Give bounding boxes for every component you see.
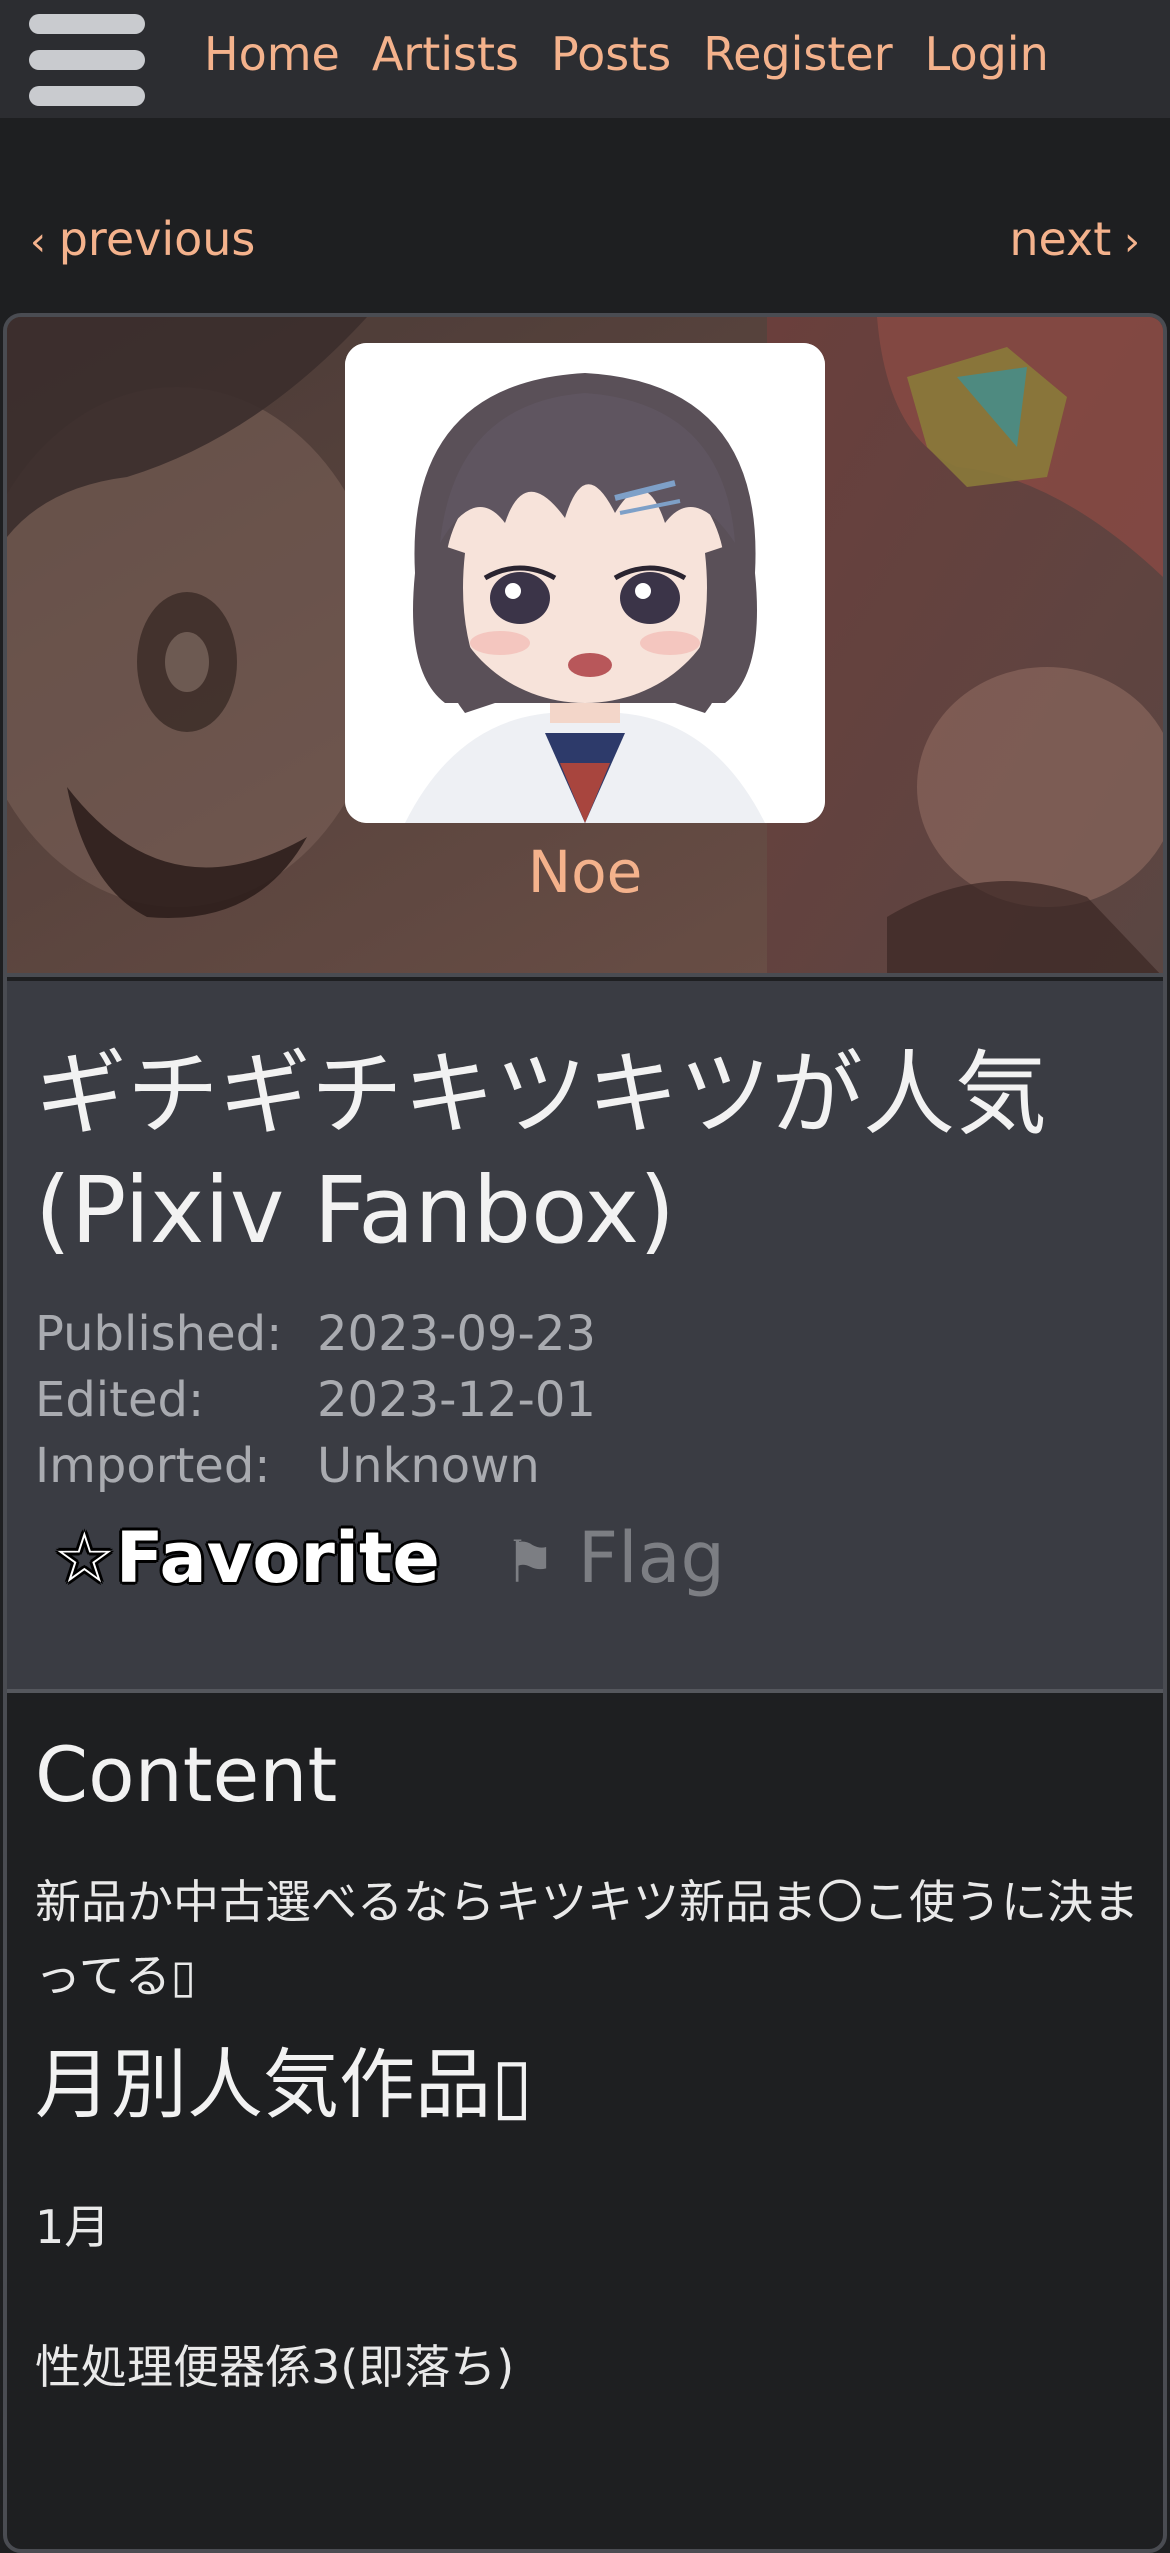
content-month: 1月 (35, 2200, 111, 2254)
flag-icon: ⚑ (503, 1528, 556, 1596)
chevron-left-icon: ‹ (30, 219, 59, 265)
favorite-button[interactable]: ☆Favorite (53, 1517, 440, 1599)
content-paragraph: 新品か中古選べるならキツキツ新品ま〇こ使うに決まってる▯ (35, 1875, 1139, 2003)
previous-label: previous (58, 212, 256, 266)
top-navbar: Home Artists Posts Register Login (0, 0, 1170, 118)
nav-link-artists[interactable]: Artists (372, 24, 519, 84)
meta-label: Imported: (35, 1438, 271, 1494)
nav-link-home[interactable]: Home (204, 24, 340, 84)
content-work-title: 性処理便器係3(即落ち) (35, 2340, 515, 2394)
content-paragraph-text: 新品か中古選べるならキツキツ新品ま〇こ使うに決まってる (35, 1875, 1139, 2003)
nav-link-register[interactable]: Register (703, 24, 892, 84)
flag-button[interactable]: ⚑ Flag (504, 1517, 725, 1599)
content-heading: Content (35, 1730, 338, 1819)
nav-link-posts[interactable]: Posts (551, 24, 671, 84)
nav-links: Home Artists Posts Register Login (204, 24, 1049, 84)
avatar-image (345, 343, 825, 823)
next-label: next (1009, 212, 1112, 266)
next-post-link[interactable]: next › (1009, 204, 1140, 277)
meta-imported: Imported: Unknown (35, 1433, 596, 1499)
meta-edited: Edited: 2023-12-01 (35, 1367, 596, 1433)
artist-name[interactable]: Noe (7, 837, 1163, 907)
nav-link-login[interactable]: Login (925, 24, 1049, 84)
post-actions: ☆Favorite ⚑ Flag (53, 1517, 725, 1599)
post-title: ギチギチキツキツが人気 (Pixiv Fanbox) (35, 1041, 1048, 1264)
meta-value: 2023-12-01 (317, 1372, 596, 1428)
hamburger-menu-icon[interactable] (29, 14, 145, 106)
artist-banner: Noe (7, 317, 1163, 977)
chevron-right-icon: › (1111, 219, 1140, 265)
meta-label: Published: (35, 1306, 283, 1362)
post-info-panel: ギチギチキツキツが人気 (Pixiv Fanbox) Published: 20… (7, 981, 1163, 1693)
content-subheading: 月別人気作品▯ (35, 2040, 533, 2129)
post-pager: ‹ previous next › (0, 204, 1170, 274)
flag-label: Flag (577, 1517, 725, 1599)
artist-avatar[interactable] (345, 343, 825, 823)
previous-post-link[interactable]: ‹ previous (30, 204, 255, 277)
meta-value: 2023-09-23 (317, 1306, 596, 1362)
meta-label: Edited: (35, 1372, 205, 1428)
meta-value: Unknown (317, 1438, 540, 1494)
post-meta: Published: 2023-09-23 Edited: 2023-12-01… (35, 1301, 596, 1499)
meta-published: Published: 2023-09-23 (35, 1301, 596, 1367)
content-subheading-text: 月別人気作品 (35, 2040, 491, 2129)
post-card: Noe ギチギチキツキツが人気 (Pixiv Fanbox) Published… (3, 313, 1167, 2553)
